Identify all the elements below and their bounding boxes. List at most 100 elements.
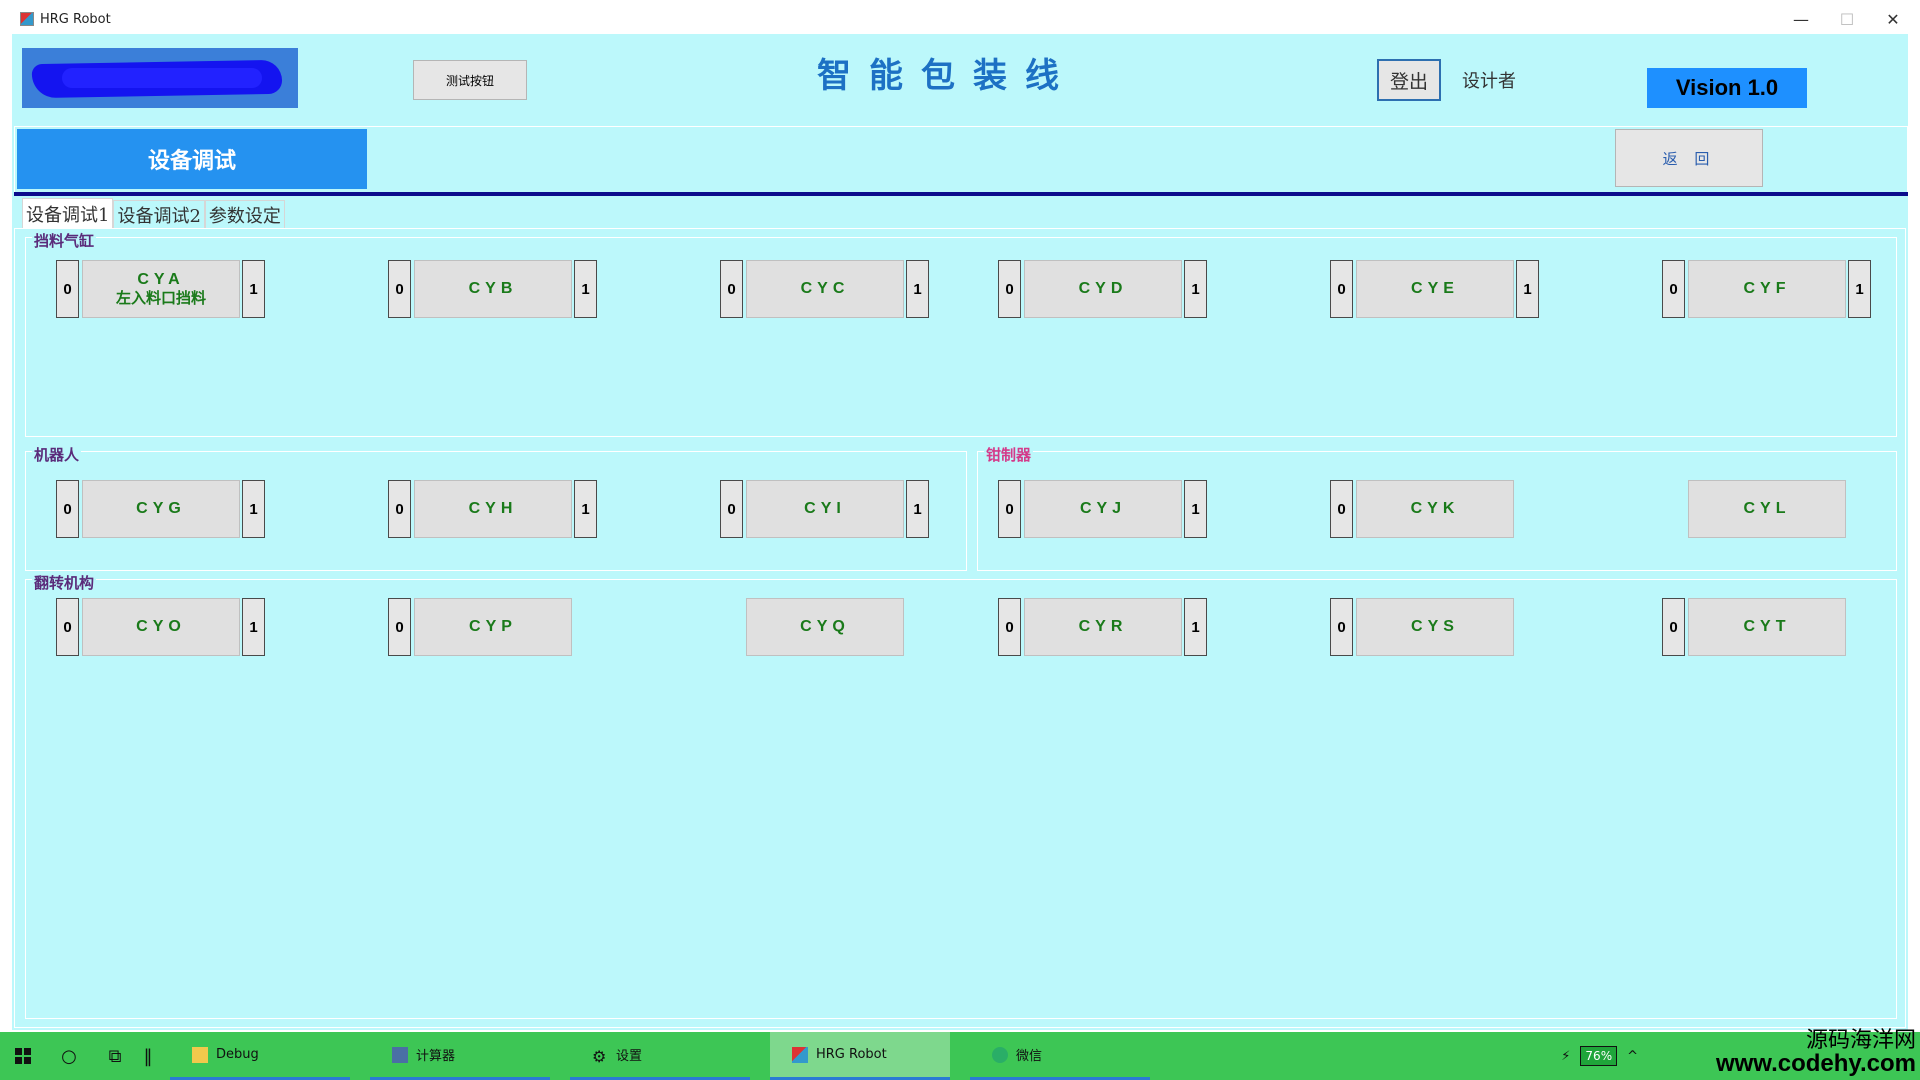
cye-io-0[interactable]: 0 xyxy=(1330,260,1353,318)
cyf-io-0[interactable]: 0 xyxy=(1662,260,1685,318)
cyo-io-1[interactable]: 1 xyxy=(242,598,265,656)
back-button[interactable]: 返 回 xyxy=(1615,129,1763,187)
watermark: 源码海洋网 www.codehy.com xyxy=(1716,1030,1916,1076)
battery-indicator[interactable]: 76% xyxy=(1580,1046,1618,1066)
cyc-io-1[interactable]: 1 xyxy=(906,260,929,318)
cyj-button[interactable]: CYJ xyxy=(1024,480,1182,538)
section-bar: 设备调试 返 回 xyxy=(14,126,1908,196)
cyr-io-0[interactable]: 0 xyxy=(998,598,1021,656)
cye-io-1[interactable]: 1 xyxy=(1516,260,1539,318)
designer-label: 设计者 xyxy=(1462,71,1516,92)
cyf-io-1[interactable]: 1 xyxy=(1848,260,1871,318)
group-title: 机器人 xyxy=(32,444,82,465)
cyh-button[interactable]: CYH xyxy=(414,480,572,538)
cyo-button[interactable]: CYO xyxy=(82,598,240,656)
cyg-io-1[interactable]: 1 xyxy=(242,480,265,538)
taskbar-item-label: HRG Robot xyxy=(816,1047,887,1062)
maximize-icon[interactable]: ☐ xyxy=(1824,4,1870,34)
cyb-io-0[interactable]: 0 xyxy=(388,260,411,318)
taskbar-item-label: 微信 xyxy=(1016,1049,1043,1064)
cyr-io-1[interactable]: 1 xyxy=(1184,598,1207,656)
cyk-io-0[interactable]: 0 xyxy=(1330,480,1353,538)
group-flip-mechanism: 翻转机构 0 CYO 1 0 CYP CYQ 0 CYR 1 0 CYS 0 C… xyxy=(25,572,1897,1019)
app-icon xyxy=(792,1046,808,1063)
cyh-io-1[interactable]: 1 xyxy=(574,480,597,538)
cye-button[interactable]: CYE xyxy=(1356,260,1514,318)
cyp-button[interactable]: CYP xyxy=(414,598,572,656)
group-clamp: 钳制器 0 CYJ 1 0 CYK CYL xyxy=(977,444,1897,571)
wechat-icon xyxy=(992,1046,1008,1063)
cyc-button[interactable]: CYC xyxy=(746,260,904,318)
calculator-icon xyxy=(392,1046,408,1063)
minimize-icon[interactable]: — xyxy=(1778,4,1824,34)
tab-device-debug-1[interactable]: 设备调试1 xyxy=(22,198,114,228)
close-icon[interactable]: ✕ xyxy=(1870,4,1916,34)
cyg-button[interactable]: CYG xyxy=(82,480,240,538)
cya-io-1[interactable]: 1 xyxy=(242,260,265,318)
cylinder-label: CYA xyxy=(137,271,185,289)
main-window: HRG Robot — ☐ ✕ 测试按钮 智能包装线 登出 设计者 Vision… xyxy=(0,0,1920,1032)
logout-button[interactable]: 登出 xyxy=(1377,59,1441,101)
window-title: HRG Robot xyxy=(40,11,111,27)
chevron-up-icon[interactable]: ^ xyxy=(1627,1049,1638,1064)
group-stop-cylinders: 挡料气缸 0 CYA 左入料口挡料 1 0 CYB 1 0 CYC 1 0 CY… xyxy=(25,230,1897,437)
title-bar: HRG Robot — ☐ ✕ xyxy=(4,4,1916,34)
taskbar-item-label: 计算器 xyxy=(416,1049,456,1064)
cyc-io-0[interactable]: 0 xyxy=(720,260,743,318)
folder-icon xyxy=(192,1046,208,1063)
taskbar-item-settings[interactable]: ⚙ 设置 xyxy=(570,1032,750,1080)
power-icon[interactable]: ⚡ xyxy=(1561,1049,1570,1064)
cyp-io-0[interactable]: 0 xyxy=(388,598,411,656)
cyg-io-0[interactable]: 0 xyxy=(56,480,79,538)
taskbar-item-label: Debug xyxy=(216,1047,259,1062)
cyd-io-1[interactable]: 1 xyxy=(1184,260,1207,318)
cyb-button[interactable]: CYB xyxy=(414,260,572,318)
taskbar-item-label: 设置 xyxy=(616,1049,643,1064)
cyf-button[interactable]: CYF xyxy=(1688,260,1846,318)
start-button[interactable] xyxy=(0,1032,46,1080)
cya-io-0[interactable]: 0 xyxy=(56,260,79,318)
taskbar-item-hrg-robot[interactable]: HRG Robot xyxy=(770,1032,950,1080)
cyi-button[interactable]: CYI xyxy=(746,480,904,538)
app-title: 智能包装线 xyxy=(817,56,1077,96)
cyb-io-1[interactable]: 1 xyxy=(574,260,597,318)
group-title: 钳制器 xyxy=(984,444,1034,465)
cyh-io-0[interactable]: 0 xyxy=(388,480,411,538)
cyr-button[interactable]: CYR xyxy=(1024,598,1182,656)
cyd-io-0[interactable]: 0 xyxy=(998,260,1021,318)
taskbar-item-debug[interactable]: Debug xyxy=(170,1032,350,1080)
client-area: 测试按钮 智能包装线 登出 设计者 Vision 1.0 设备调试 返 回 设备… xyxy=(12,34,1908,1030)
window-controls: — ☐ ✕ xyxy=(1778,4,1916,34)
cyk-button[interactable]: CYK xyxy=(1356,480,1514,538)
cya-button[interactable]: CYA 左入料口挡料 xyxy=(82,260,240,318)
taskbar-item-wechat[interactable]: 微信 xyxy=(970,1032,1150,1080)
tab-strip: 设备调试1 设备调试2 参数设定 xyxy=(22,198,285,228)
test-button[interactable]: 测试按钮 xyxy=(413,60,527,100)
cys-button[interactable]: CYS xyxy=(1356,598,1514,656)
cyq-button[interactable]: CYQ xyxy=(746,598,904,656)
cyi-io-0[interactable]: 0 xyxy=(720,480,743,538)
cyi-io-1[interactable]: 1 xyxy=(906,480,929,538)
cyd-button[interactable]: CYD xyxy=(1024,260,1182,318)
gear-icon: ⚙ xyxy=(592,1046,607,1066)
cyt-io-0[interactable]: 0 xyxy=(1662,598,1685,656)
search-icon[interactable]: ○ xyxy=(46,1032,92,1080)
version-badge: Vision 1.0 xyxy=(1647,68,1807,108)
cyj-io-1[interactable]: 1 xyxy=(1184,480,1207,538)
cyl-button[interactable]: CYL xyxy=(1688,480,1846,538)
tab-parameter-settings[interactable]: 参数设定 xyxy=(204,200,285,228)
tab-device-debug-2[interactable]: 设备调试2 xyxy=(113,200,205,228)
task-view-icon[interactable]: ⧉ xyxy=(92,1032,138,1080)
logo xyxy=(22,48,298,108)
section-divider xyxy=(14,192,1908,196)
cys-io-0[interactable]: 0 xyxy=(1330,598,1353,656)
watermark-line-2: www.codehy.com xyxy=(1715,1050,1916,1077)
watermark-line-1: 源码海洋网 xyxy=(1805,1028,1916,1053)
cyt-button[interactable]: CYT xyxy=(1688,598,1846,656)
group-robot: 机器人 0 CYG 1 0 CYH 1 0 CYI 1 xyxy=(25,444,967,571)
group-title: 翻转机构 xyxy=(32,572,97,593)
cyj-io-0[interactable]: 0 xyxy=(998,480,1021,538)
taskbar-item-calculator[interactable]: 计算器 xyxy=(370,1032,550,1080)
cyo-io-0[interactable]: 0 xyxy=(56,598,79,656)
tab-page: 挡料气缸 0 CYA 左入料口挡料 1 0 CYB 1 0 CYC 1 0 CY… xyxy=(14,228,1906,1028)
